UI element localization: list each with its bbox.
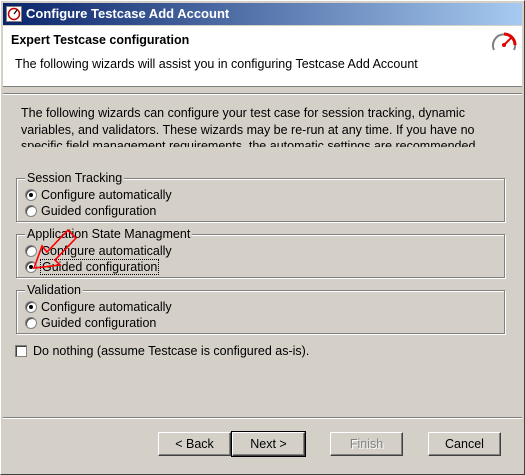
- validation-label: Validation: [25, 283, 83, 297]
- wizard-dialog: Configure Testcase Add Account Expert Te…: [0, 0, 525, 475]
- validation-guided-option[interactable]: Guided configuration: [25, 315, 156, 331]
- session-tracking-guided-option[interactable]: Guided configuration: [25, 203, 156, 219]
- back-button[interactable]: < Back: [158, 432, 231, 456]
- validation-group: Validation Configure automatically Guide…: [16, 283, 505, 334]
- cancel-button[interactable]: Cancel: [428, 432, 501, 456]
- intro-text: The following wizards can configure your…: [21, 106, 479, 147]
- session-tracking-guided-label: Guided configuration: [41, 204, 157, 218]
- validation-auto-radio[interactable]: [25, 301, 37, 313]
- session-tracking-auto-label: Configure automatically: [41, 188, 172, 202]
- session-tracking-auto-radio[interactable]: [25, 189, 37, 201]
- validation-auto-option[interactable]: Configure automatically: [25, 299, 172, 315]
- page-title: Expert Testcase configuration: [11, 33, 190, 47]
- app-state-auto-option[interactable]: Configure automatically: [25, 243, 172, 259]
- do-nothing-label: Do nothing (assume Testcase is configure…: [33, 344, 310, 358]
- app-state-label: Application State Managment: [25, 227, 193, 241]
- app-state-guided-radio[interactable]: [25, 261, 37, 273]
- session-tracking-label: Session Tracking: [25, 171, 125, 185]
- next-button[interactable]: Next >: [231, 431, 306, 457]
- stopwatch-icon: [492, 32, 517, 51]
- wizard-header: Expert Testcase configuration The follow…: [3, 26, 522, 87]
- do-nothing-checkbox[interactable]: [15, 345, 27, 357]
- session-tracking-group: Session Tracking Configure automatically…: [16, 171, 505, 222]
- app-state-auto-label: Configure automatically: [41, 244, 172, 258]
- app-state-guided-label: Guided configuration: [39, 259, 160, 275]
- do-nothing-option[interactable]: Do nothing (assume Testcase is configure…: [15, 344, 309, 358]
- app-state-group: Application State Managment Configure au…: [16, 227, 505, 278]
- window-title: Configure Testcase Add Account: [26, 6, 230, 21]
- title-bar[interactable]: Configure Testcase Add Account: [3, 3, 522, 25]
- session-tracking-auto-option[interactable]: Configure automatically: [25, 187, 172, 203]
- app-state-auto-radio[interactable]: [25, 245, 37, 257]
- validation-guided-label: Guided configuration: [41, 316, 157, 330]
- header-separator: [3, 93, 522, 95]
- app-icon: [6, 6, 22, 22]
- finish-button[interactable]: Finish: [330, 432, 403, 456]
- app-state-guided-option[interactable]: Guided configuration: [25, 259, 160, 275]
- page-description: The following wizards will assist you in…: [15, 57, 418, 71]
- session-tracking-guided-radio[interactable]: [25, 205, 37, 217]
- validation-auto-label: Configure automatically: [41, 300, 172, 314]
- footer-separator: [3, 417, 522, 419]
- validation-guided-radio[interactable]: [25, 317, 37, 329]
